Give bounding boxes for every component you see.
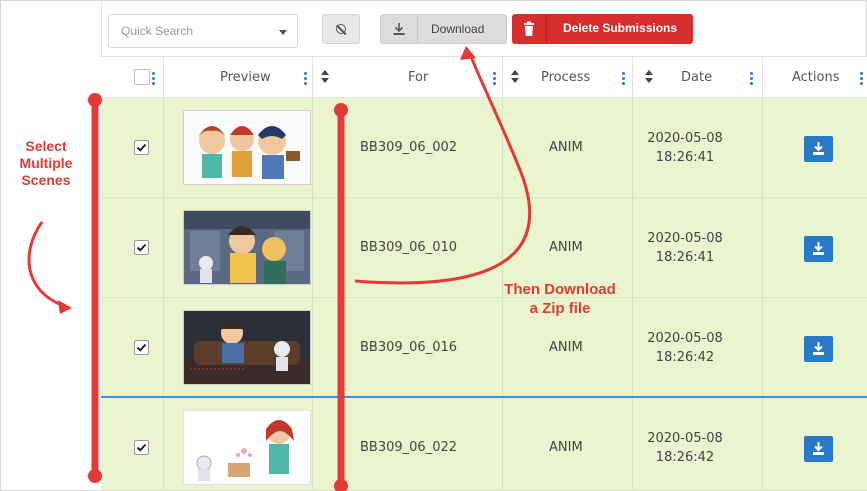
annotation-line: a Zip file	[529, 300, 591, 317]
arrow-to-download-icon	[354, 53, 532, 285]
annotation-line: Then Download	[504, 281, 616, 298]
select-multiple-annotation: Select Multiple Scenes	[11, 138, 81, 189]
annotation-line: Scenes	[21, 172, 71, 188]
annotation-line: Select	[25, 138, 67, 154]
annotation-line: Multiple	[19, 155, 73, 171]
then-download-annotation: Then Download a Zip file	[485, 280, 635, 318]
curved-arrow-icon	[27, 221, 65, 308]
annotation-overlay	[27, 46, 532, 491]
